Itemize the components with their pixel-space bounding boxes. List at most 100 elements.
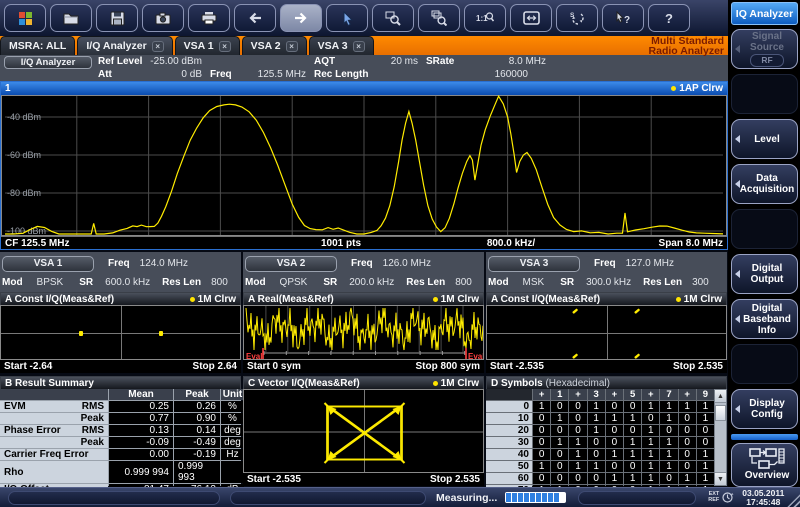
symbol-cell: 0: [624, 461, 641, 472]
scroll-thumb[interactable]: [715, 405, 726, 421]
screenshot-button[interactable]: [142, 4, 184, 32]
result-value: 0.14: [174, 425, 220, 436]
print-button[interactable]: [188, 4, 230, 32]
softkey-arrow-icon: [735, 135, 740, 143]
tab-close-icon[interactable]: ×: [219, 41, 231, 52]
help-button[interactable]: ?: [648, 4, 690, 32]
softkey-data-acquisition[interactable]: Data Acquisition: [731, 164, 798, 204]
scroll-down-icon[interactable]: ▼: [715, 472, 726, 485]
tab-close-icon[interactable]: ×: [353, 41, 365, 52]
result-value: 0.26: [174, 401, 220, 412]
result-unit: deg: [221, 437, 244, 448]
symbol-cell: 0: [569, 413, 586, 424]
vsa-footer: Start -2.535Stop 2.535: [486, 360, 727, 373]
symbol-cell: 1: [606, 413, 623, 424]
symbols-scrollbar[interactable]: ▲ ▼: [714, 389, 727, 486]
freq-field[interactable]: Freq 125.5 MHz: [206, 68, 310, 81]
softkey-sidebar: IQ Analyzer Signal SourceRFLevelData Acq…: [728, 0, 800, 487]
symbol-cell: 1: [569, 449, 586, 460]
spectrum-plot: -40 dBm-60 dBm-80 dBm-100 dBm: [1, 95, 727, 236]
symbols-row-label: 10: [486, 413, 532, 424]
softkey-digital-baseband-info[interactable]: Digital Baseband Info: [731, 299, 798, 339]
symbol-cell: 0: [660, 425, 677, 436]
vsa-channel-button[interactable]: VSA 1: [2, 256, 94, 272]
vsa-window-titlebar[interactable]: A Real(Meas&Ref)1M Clrw: [243, 292, 484, 305]
vsa-channel-button[interactable]: VSA 2: [245, 256, 337, 272]
ext-ref-label: EXT REF: [708, 492, 719, 503]
sync-button[interactable]: S: [556, 4, 598, 32]
tab-msra-all[interactable]: MSRA: ALL: [0, 36, 75, 55]
spectrum-window: 1 1AP Clrw -40 dBm-60 dBm-80 dBm-100 dBm…: [0, 81, 728, 250]
rec-length-field[interactable]: Rec Length 160000: [310, 68, 550, 81]
fit-display-button[interactable]: [510, 4, 552, 32]
save-button[interactable]: [96, 4, 138, 32]
vsa-window-titlebar[interactable]: A Const I/Q(Meas&Ref)1M Clrw: [486, 292, 727, 305]
floppy-icon: [110, 11, 125, 26]
zoom-in-button[interactable]: [372, 4, 414, 32]
svg-text:?: ?: [665, 11, 673, 25]
result-value: 0.25: [109, 401, 173, 412]
symbol-cell: 1: [642, 473, 659, 484]
tab-close-icon[interactable]: ×: [152, 41, 164, 52]
zoom-window-icon: [431, 10, 447, 26]
select-pointer-button[interactable]: [326, 4, 368, 32]
spectrum-window-titlebar[interactable]: 1 1AP Clrw: [1, 82, 727, 95]
softkey-display-config[interactable]: Display Config: [731, 389, 798, 429]
windows-menu-button[interactable]: [4, 4, 46, 32]
softkey-level[interactable]: Level: [731, 119, 798, 159]
resize-grip[interactable]: [784, 491, 800, 507]
tab-i-q-analyzer[interactable]: I/Q Analyzer×: [77, 36, 172, 55]
srate-field[interactable]: SRate 8.0 MHz: [422, 55, 550, 68]
spectrum-footer: CF 125.5 MHz 1001 pts 800.0 kHz/ Span 8.…: [1, 236, 727, 249]
arrow-left-icon: [247, 11, 263, 25]
open-file-button[interactable]: [50, 4, 92, 32]
redo-button[interactable]: [280, 4, 322, 32]
ext-ref-indicator: EXT REF: [708, 491, 734, 504]
undo-button[interactable]: [234, 4, 276, 32]
symbol-cell: 0: [624, 425, 641, 436]
softkey-signal-source[interactable]: Signal SourceRF: [731, 29, 798, 69]
symbols-column-header: 5: [624, 389, 641, 400]
symbol-cell: 1: [569, 461, 586, 472]
vsa-panels-row: VSA 1Freq124.0 MHzModBPSKSR600.0 kHzRes …: [0, 252, 728, 373]
channel-tab-bar: MSRA: ALLI/Q Analyzer×VSA 1×VSA 2×VSA 3×…: [0, 36, 728, 55]
vsa-footer: Start 0 symStop 800 sym: [243, 360, 484, 373]
softkey-empty: [731, 344, 798, 384]
eval-range-label: Eval: [468, 352, 484, 360]
symbol-cell: 0: [551, 449, 568, 460]
vector-iq-panel: C Vector I/Q(Meas&Ref) 1M Clrw Start -2.…: [243, 376, 484, 486]
vsa-channel-button[interactable]: VSA 3: [488, 256, 580, 272]
zoom-window-button[interactable]: [418, 4, 460, 32]
att-field[interactable]: Att 0 dB: [94, 68, 206, 81]
main-area: 1:1S?? MSRA: ALLI/Q Analyzer×VSA 1×VSA 2…: [0, 0, 728, 487]
symbol-cell: 1: [642, 449, 659, 460]
vsa-window-titlebar[interactable]: A Const I/Q(Meas&Ref)1M Clrw: [0, 292, 241, 305]
overview-button[interactable]: Overview: [731, 443, 798, 487]
vector-iq-titlebar[interactable]: C Vector I/Q(Meas&Ref) 1M Clrw: [243, 376, 484, 389]
context-help-button[interactable]: ?: [602, 4, 644, 32]
column-header: Unit: [221, 389, 244, 400]
symbol-cell: 1: [697, 473, 714, 484]
progress-segment: [506, 493, 511, 502]
symbols-titlebar[interactable]: D Symbols (Hexadecimal): [486, 376, 727, 389]
tabs-container: MSRA: ALLI/Q Analyzer×VSA 1×VSA 2×VSA 3×: [0, 36, 376, 55]
symbol-cell: 0: [588, 437, 605, 448]
zoom-one-to-one-button[interactable]: 1:1: [464, 4, 506, 32]
softkey-digital-output[interactable]: Digital Output: [731, 254, 798, 294]
ref-level-field[interactable]: Ref Level -25.00 dBm: [94, 55, 206, 68]
progress-segment: [518, 493, 523, 502]
channel-select-button[interactable]: I/Q Analyzer: [4, 56, 92, 69]
tab-vsa-3[interactable]: VSA 3×: [309, 36, 374, 55]
tab-vsa-2[interactable]: VSA 2×: [242, 36, 307, 55]
symbol-cell: 0: [679, 425, 696, 436]
tab-close-icon[interactable]: ×: [286, 41, 298, 52]
symbol-cell: 1: [660, 413, 677, 424]
tab-vsa-1[interactable]: VSA 1×: [175, 36, 240, 55]
aqt-field[interactable]: AQT 20 ms: [310, 55, 422, 68]
softkey-empty: [731, 74, 798, 114]
result-summary-table: MeanPeakUnitEVMRMS0.250.26%Peak0.770.90%…: [0, 389, 241, 486]
result-summary-titlebar[interactable]: B Result Summary: [0, 376, 241, 389]
symbols-column-header: 3: [588, 389, 605, 400]
scroll-up-icon[interactable]: ▲: [715, 390, 726, 403]
softkey-arrow-icon: [735, 315, 740, 323]
